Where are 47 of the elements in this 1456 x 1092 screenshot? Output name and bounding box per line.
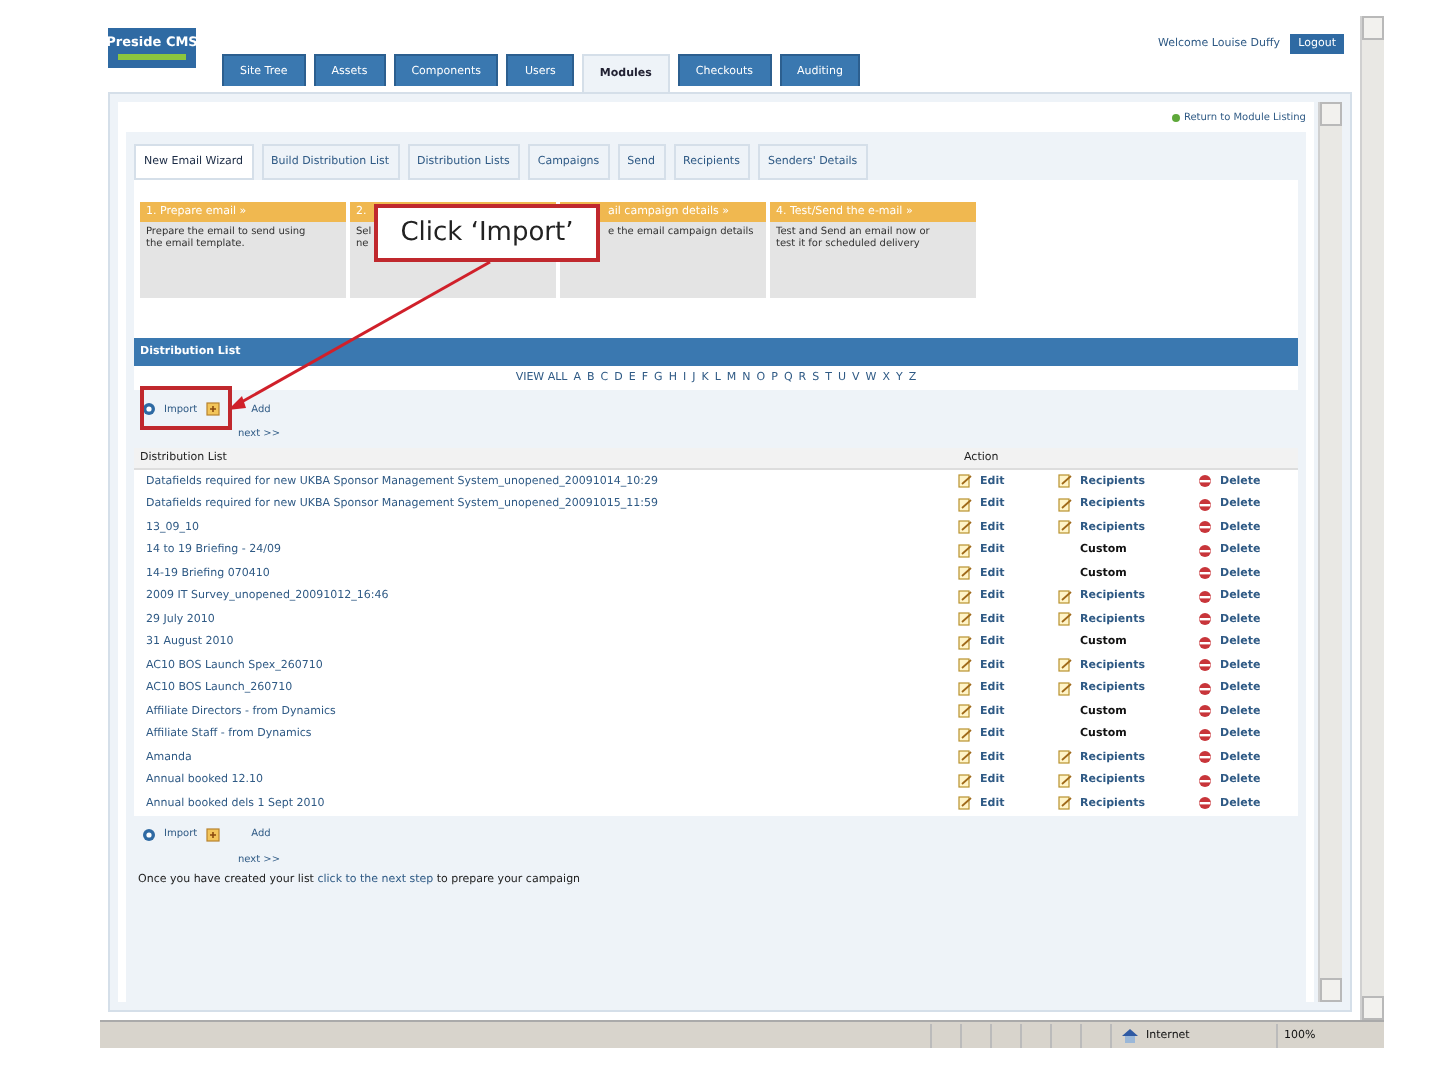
edit-icon (958, 727, 972, 742)
add-icon (205, 827, 220, 841)
edit-icon (958, 566, 972, 581)
delete-icon (1198, 681, 1212, 696)
delete-icon (1198, 635, 1212, 650)
edit-icon (958, 704, 972, 719)
edit-icon (958, 589, 972, 604)
edit-icon (958, 635, 972, 650)
edit-icon (1058, 520, 1072, 535)
import-icon (142, 402, 156, 416)
edit-icon (1058, 474, 1072, 489)
delete-icon (1198, 727, 1212, 742)
delete-icon (1198, 773, 1212, 788)
edit-icon (958, 658, 972, 673)
delete-icon (1198, 589, 1212, 604)
bullet-icon (1171, 114, 1180, 122)
edit-icon (1058, 612, 1072, 627)
delete-icon (1198, 520, 1212, 535)
import-icon (142, 827, 156, 841)
callout: Click ‘Import’ (374, 204, 600, 262)
edit-icon (1058, 681, 1072, 696)
edit-icon (1058, 589, 1072, 604)
edit-icon (958, 612, 972, 627)
edit-icon (1058, 750, 1072, 765)
house-icon (1120, 1027, 1140, 1043)
delete-icon (1198, 566, 1212, 581)
add-icon (205, 402, 220, 416)
edit-icon (958, 773, 972, 788)
edit-icon (958, 497, 972, 512)
edit-icon (1058, 497, 1072, 512)
edit-icon (958, 750, 972, 765)
delete-icon (1198, 704, 1212, 719)
edit-icon (1058, 773, 1072, 788)
delete-icon (1198, 474, 1212, 489)
edit-icon (1058, 658, 1072, 673)
delete-icon (1198, 497, 1212, 512)
delete-icon (1198, 612, 1212, 627)
highlight-frame (140, 386, 232, 430)
delete-icon (1198, 543, 1212, 558)
edit-icon (958, 681, 972, 696)
edit-icon (958, 520, 972, 535)
delete-icon (1198, 658, 1212, 673)
edit-icon (958, 474, 972, 489)
edit-icon (958, 543, 972, 558)
delete-icon (1198, 750, 1212, 765)
edit-icon (1058, 796, 1072, 811)
edit-icon (958, 796, 972, 811)
